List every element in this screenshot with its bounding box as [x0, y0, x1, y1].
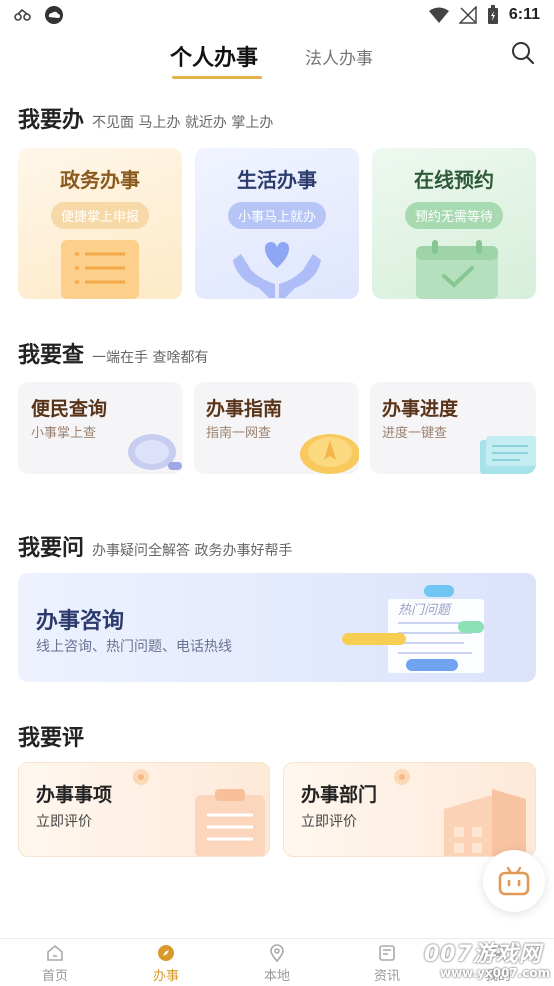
hands-heart-icon	[233, 242, 321, 298]
app-notification-icon	[14, 9, 31, 21]
section-query-title: 我要查	[18, 342, 85, 368]
nav-label: 本地	[263, 969, 290, 984]
card-title: 办事指南	[206, 398, 283, 420]
site-watermark: 007游戏网 www.yx007.com	[424, 936, 554, 986]
calendar-check-icon	[416, 240, 498, 299]
section-query-header: 我要查 一端在手 查啥都有	[18, 337, 208, 369]
section-ask-title: 我要问	[18, 535, 85, 561]
card-title: 政务办事	[60, 168, 140, 192]
status-bar: 6:11	[0, 0, 554, 30]
nav-label: 资讯	[373, 969, 400, 984]
building-icon	[394, 769, 526, 856]
section-query-subtitle: 一端在手 查啥都有	[92, 350, 209, 366]
card-pill: 预约无需等待	[404, 202, 504, 229]
card-sub: 进度一键查	[382, 426, 448, 441]
wifi-icon	[428, 7, 449, 23]
card-sub: 小事掌上查	[31, 426, 97, 441]
section-rate-header: 我要评	[18, 720, 84, 752]
card-pill: 小事马上就办	[227, 202, 327, 229]
active-tab-indicator	[172, 76, 262, 79]
compass-coin-icon	[300, 434, 359, 474]
card-title: 便民查询	[31, 398, 108, 420]
card-title: 在线预约	[414, 168, 494, 192]
card-sub: 立即评价	[36, 814, 92, 830]
document-stack-icon	[480, 436, 536, 474]
cloud-icon	[45, 6, 63, 24]
card-life-affairs[interactable]: 生活办事 小事马上就办	[195, 148, 359, 299]
compass-icon	[158, 945, 174, 961]
signal-icon	[458, 6, 477, 24]
card-sub: 线上咨询、热门问题、电话热线	[36, 639, 232, 655]
nav-label: 办事	[152, 969, 179, 984]
section-do-title: 我要办	[18, 107, 85, 133]
card-rate-items[interactable]: 办事事项 立即评价	[18, 762, 270, 857]
card-title: 办事咨询	[36, 609, 125, 634]
document-list-icon	[61, 240, 139, 299]
nav-news[interactable]: 资讯	[357, 943, 417, 984]
card-title: 办事部门	[301, 784, 378, 806]
card-consultation[interactable]: 办事咨询 线上咨询、热门问题、电话热线 热门问题	[18, 573, 536, 682]
robot-icon	[498, 866, 530, 896]
watermark-line-2: www.yx007.com	[440, 966, 551, 980]
magnifier-icon	[128, 434, 182, 470]
nav-home[interactable]: 首页	[25, 943, 85, 984]
card-title: 办事事项	[36, 784, 113, 806]
news-icon	[379, 945, 395, 961]
home-icon	[47, 944, 63, 961]
assistant-robot-button[interactable]	[483, 850, 545, 912]
card-sub: 指南一网查	[206, 426, 272, 441]
card-pill: 便捷掌上申报	[50, 202, 150, 229]
card-sub: 立即评价	[301, 814, 357, 830]
card-online-booking[interactable]: 在线预约 预约无需等待	[372, 148, 536, 299]
card-title: 生活办事	[237, 168, 317, 192]
watermark-line-1: 007游戏网	[424, 942, 542, 967]
clock: 6:11	[508, 6, 540, 23]
section-ask-header: 我要问 办事疑问全解答 政务办事好帮手	[18, 530, 292, 562]
hot-questions-illustration	[342, 585, 484, 673]
card-government-affairs[interactable]: 政务办事 便捷掌上申报	[18, 148, 182, 299]
battery-icon	[487, 5, 498, 24]
search-icon[interactable]	[510, 40, 536, 66]
clipboard-icon	[133, 769, 265, 856]
nav-label: 首页	[41, 969, 68, 984]
card-title: 办事进度	[382, 398, 459, 420]
hot-questions-text: 热门问题	[398, 603, 451, 618]
app-screen: 6:11 个人办事 法人办事 我要办 不见面 马上办 就近办 掌上办 政务办事 …	[0, 0, 554, 986]
nav-local[interactable]: 本地	[247, 943, 307, 984]
card-rate-departments[interactable]: 办事部门 立即评价	[283, 762, 536, 857]
section-rate-title: 我要评	[18, 725, 85, 751]
location-icon	[270, 944, 284, 963]
tab-personal[interactable]: 个人办事	[170, 40, 258, 72]
top-tab-bar: 个人办事 法人办事	[0, 30, 554, 82]
section-do-header: 我要办 不见面 马上办 就近办 掌上办	[18, 102, 273, 134]
card-service-guide[interactable]: 办事指南 指南一网查	[194, 382, 359, 474]
card-progress-query[interactable]: 办事进度 进度一键查	[370, 382, 536, 474]
card-convenience-query[interactable]: 便民查询 小事掌上查	[18, 382, 183, 474]
section-do-subtitle: 不见面 马上办 就近办 掌上办	[92, 115, 274, 131]
tab-legal[interactable]: 法人办事	[305, 44, 373, 69]
nav-affairs[interactable]: 办事	[136, 943, 196, 984]
section-ask-subtitle: 办事疑问全解答 政务办事好帮手	[92, 543, 293, 559]
